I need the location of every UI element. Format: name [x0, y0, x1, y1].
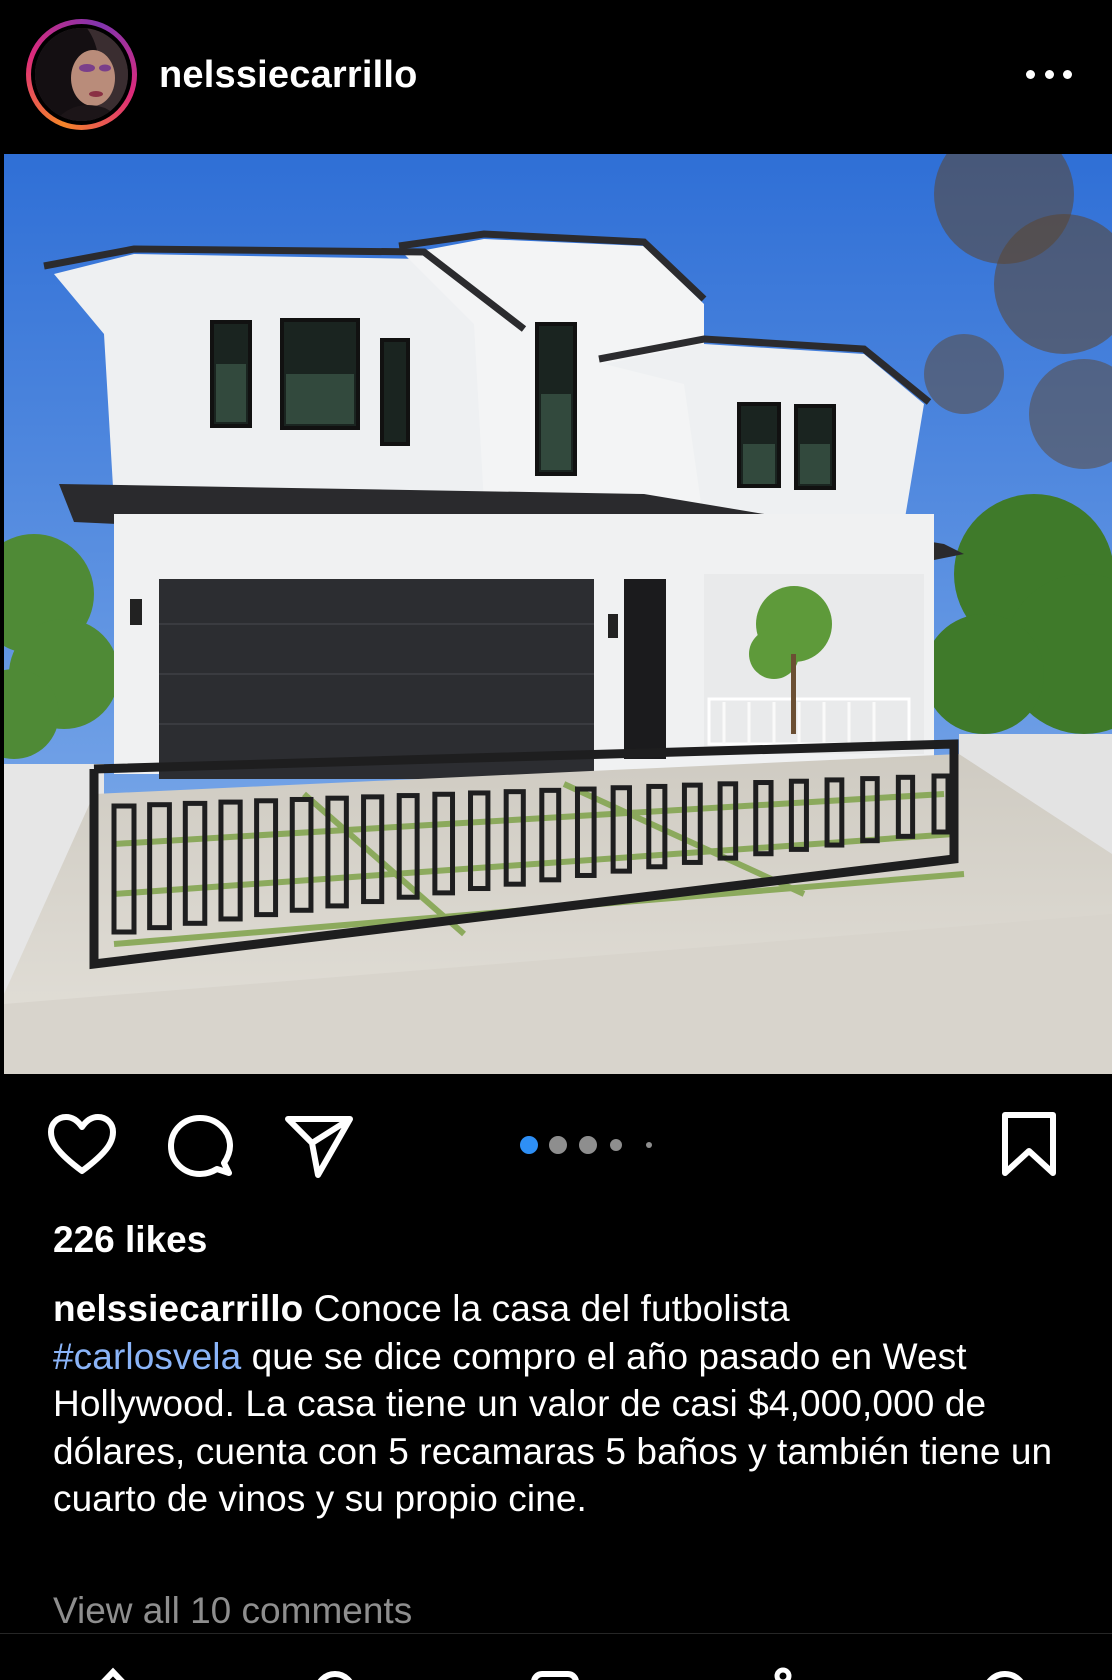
carousel-dot	[610, 1139, 622, 1151]
profile-icon[interactable]	[980, 1664, 1030, 1680]
avatar-photo	[35, 28, 128, 121]
carousel-dot	[646, 1142, 652, 1148]
post-username[interactable]: nelssiecarrillo	[159, 51, 418, 99]
bookmark-icon[interactable]	[1000, 1111, 1058, 1179]
more-horizontal-icon[interactable]	[1026, 62, 1072, 86]
comment-bubble-icon[interactable]	[166, 1113, 234, 1179]
home-icon[interactable]	[88, 1664, 138, 1680]
bottom-nav	[0, 1633, 1112, 1680]
shop-icon[interactable]	[758, 1664, 808, 1680]
caption-text: Conoce la casa del futbolista	[303, 1288, 790, 1329]
paper-plane-icon[interactable]	[284, 1113, 354, 1179]
like-count[interactable]: 226 likes	[53, 1217, 207, 1263]
carousel-indicator	[518, 1135, 658, 1155]
heart-icon[interactable]	[47, 1113, 117, 1177]
caption-username[interactable]: nelssiecarrillo	[53, 1288, 303, 1329]
reels-icon[interactable]	[530, 1664, 580, 1680]
search-icon[interactable]	[310, 1664, 360, 1680]
avatar-border	[31, 24, 132, 125]
more-dot	[1063, 69, 1072, 79]
caption-hashtag[interactable]: #carlosvela	[53, 1336, 241, 1377]
carousel-dot-active	[520, 1136, 538, 1154]
avatar[interactable]	[26, 19, 137, 130]
post-header: nelssiecarrillo	[0, 0, 1112, 153]
view-comments-link[interactable]: View all 10 comments	[53, 1587, 412, 1635]
house-photo	[4, 154, 1112, 1074]
avatar-portrait	[35, 28, 128, 121]
post-caption: nelssiecarrillo Conoce la casa del futbo…	[53, 1285, 1093, 1523]
more-dot	[1026, 69, 1035, 79]
post-actions	[0, 1105, 1112, 1185]
carousel-dot	[549, 1136, 567, 1154]
more-dot	[1044, 69, 1054, 79]
carousel-dot	[579, 1136, 597, 1154]
post-image[interactable]: THE MLS .COM	[4, 154, 1112, 1074]
